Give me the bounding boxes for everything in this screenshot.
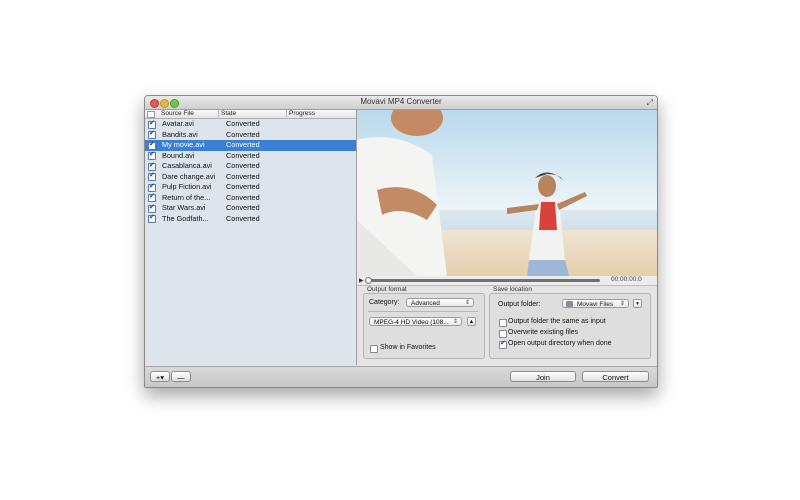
select-all-checkbox[interactable] bbox=[147, 111, 155, 118]
output-folder-value: Movavi Files bbox=[577, 301, 614, 308]
add-files-button[interactable]: +▾ bbox=[150, 371, 170, 382]
file-name: Avatar.avi bbox=[162, 119, 194, 128]
table-row[interactable]: Return of the... Converted bbox=[145, 192, 356, 204]
show-favorites-label: Show in Favorites bbox=[380, 344, 436, 351]
folder-menu-button[interactable]: ▾ bbox=[633, 299, 642, 308]
video-preview bbox=[357, 110, 657, 276]
column-header-source[interactable]: Source File bbox=[161, 110, 194, 117]
overwrite-checkbox[interactable] bbox=[499, 330, 507, 338]
file-state: Converted bbox=[226, 129, 260, 139]
file-name: My movie.avi bbox=[162, 140, 205, 149]
row-checkbox[interactable] bbox=[148, 171, 156, 182]
play-icon[interactable]: ▶ bbox=[359, 277, 364, 284]
column-header-state[interactable]: State bbox=[218, 110, 236, 117]
row-checkbox[interactable] bbox=[148, 161, 156, 171]
file-state: Converted bbox=[226, 213, 260, 223]
category-select[interactable]: Advanced ⇕ bbox=[406, 298, 474, 307]
file-name: The Godfath... bbox=[162, 213, 209, 223]
file-state: Converted bbox=[226, 192, 260, 202]
output-folder-select[interactable]: Movavi Files ⇕ bbox=[562, 299, 629, 308]
main-window: Movavi MP4 Converter ⤢ Source File State… bbox=[144, 95, 658, 388]
woman-figure bbox=[507, 172, 587, 276]
open-directory-checkbox[interactable] bbox=[499, 339, 507, 349]
file-state: Converted bbox=[226, 150, 260, 160]
file-name: Bound.avi bbox=[162, 150, 195, 160]
file-name: Star Wars.avi bbox=[162, 203, 206, 212]
updown-icon: ⇕ bbox=[464, 300, 470, 306]
file-state: Converted bbox=[226, 171, 260, 181]
file-name: Bandits.avi bbox=[162, 129, 198, 139]
join-button[interactable]: Join bbox=[510, 371, 576, 382]
output-format-group: Category: Advanced ⇕ MPEG-4 HD Video (10… bbox=[363, 293, 485, 359]
same-as-input-label: Output folder the same as input bbox=[508, 318, 606, 325]
file-name: Dare change.avi bbox=[162, 171, 216, 181]
table-row[interactable]: Bound.avi Converted bbox=[145, 150, 356, 162]
title-bar: Movavi MP4 Converter ⤢ bbox=[145, 96, 657, 110]
window-title: Movavi MP4 Converter bbox=[360, 97, 442, 106]
row-checkbox[interactable] bbox=[148, 203, 156, 213]
table-row[interactable]: The Godfath... Converted bbox=[145, 213, 356, 225]
seek-knob[interactable] bbox=[365, 277, 372, 284]
table-row[interactable]: Bandits.avi Converted bbox=[145, 129, 356, 141]
output-folder-label: Output folder: bbox=[498, 301, 541, 308]
convert-button[interactable]: Convert bbox=[582, 371, 649, 382]
playback-bar: ▶ 00:00:00.0 bbox=[357, 276, 657, 286]
fullscreen-icon[interactable]: ⤢ bbox=[647, 98, 653, 108]
file-name: Return of the... bbox=[162, 192, 211, 202]
file-list-header: Source File State Progress bbox=[145, 110, 356, 119]
row-checkbox[interactable] bbox=[148, 213, 156, 224]
table-row[interactable]: Avatar.avi Converted bbox=[145, 119, 356, 130]
file-list-pane: Source File State Progress Avatar.avi Con… bbox=[145, 110, 357, 379]
file-state: Converted bbox=[226, 140, 260, 149]
row-checkbox[interactable] bbox=[148, 129, 156, 140]
format-select[interactable]: MPEG-4 HD Video (108... ⇕ bbox=[369, 317, 462, 326]
table-row[interactable]: Casablanca.avi Converted bbox=[145, 161, 356, 172]
time-display: 00:00:00.0 bbox=[611, 276, 642, 283]
table-row[interactable]: Star Wars.avi Converted bbox=[145, 203, 356, 214]
bottom-toolbar: +▾ — Join Convert bbox=[145, 366, 657, 387]
open-directory-label: Open output directory when done bbox=[508, 340, 612, 347]
row-checkbox[interactable] bbox=[148, 140, 156, 150]
remove-file-button[interactable]: — bbox=[171, 371, 191, 382]
show-favorites-checkbox[interactable] bbox=[370, 345, 378, 353]
column-header-progress[interactable]: Progress bbox=[286, 110, 315, 117]
folder-icon bbox=[566, 301, 573, 307]
save-location-heading: Save location bbox=[493, 286, 533, 293]
row-checkbox[interactable] bbox=[148, 182, 156, 192]
file-name: Casablanca.avi bbox=[162, 161, 212, 170]
format-value: MPEG-4 HD Video (108... bbox=[374, 319, 449, 326]
updown-icon: ⇕ bbox=[619, 301, 625, 307]
row-checkbox[interactable] bbox=[148, 150, 156, 161]
table-row[interactable]: Pulp Fiction.avi Converted bbox=[145, 182, 356, 193]
file-state: Converted bbox=[226, 119, 260, 128]
table-row[interactable]: Dare change.avi Converted bbox=[145, 171, 356, 183]
table-row[interactable]: My movie.avi Converted bbox=[145, 140, 356, 151]
file-name: Pulp Fiction.avi bbox=[162, 182, 212, 191]
row-checkbox[interactable] bbox=[148, 192, 156, 203]
updown-icon: ⇕ bbox=[452, 319, 458, 325]
file-state: Converted bbox=[226, 182, 260, 191]
file-state: Converted bbox=[226, 203, 260, 212]
seek-track[interactable] bbox=[367, 279, 600, 282]
row-checkbox[interactable] bbox=[148, 119, 156, 129]
category-label: Category: bbox=[369, 299, 400, 306]
file-list: Avatar.aviConvertedBandits.aviConvertedM… bbox=[145, 119, 356, 224]
file-state: Converted bbox=[226, 161, 260, 170]
overwrite-label: Overwrite existing files bbox=[508, 329, 579, 336]
same-as-input-checkbox[interactable] bbox=[499, 319, 507, 327]
save-location-group: Output folder: Movavi Files ⇕ ▾ Output f… bbox=[489, 293, 651, 359]
category-value: Advanced bbox=[411, 300, 440, 307]
favorite-toggle-button[interactable]: ▲ bbox=[467, 317, 476, 326]
man-figure bbox=[357, 110, 447, 276]
output-format-heading: Output format bbox=[367, 286, 407, 293]
